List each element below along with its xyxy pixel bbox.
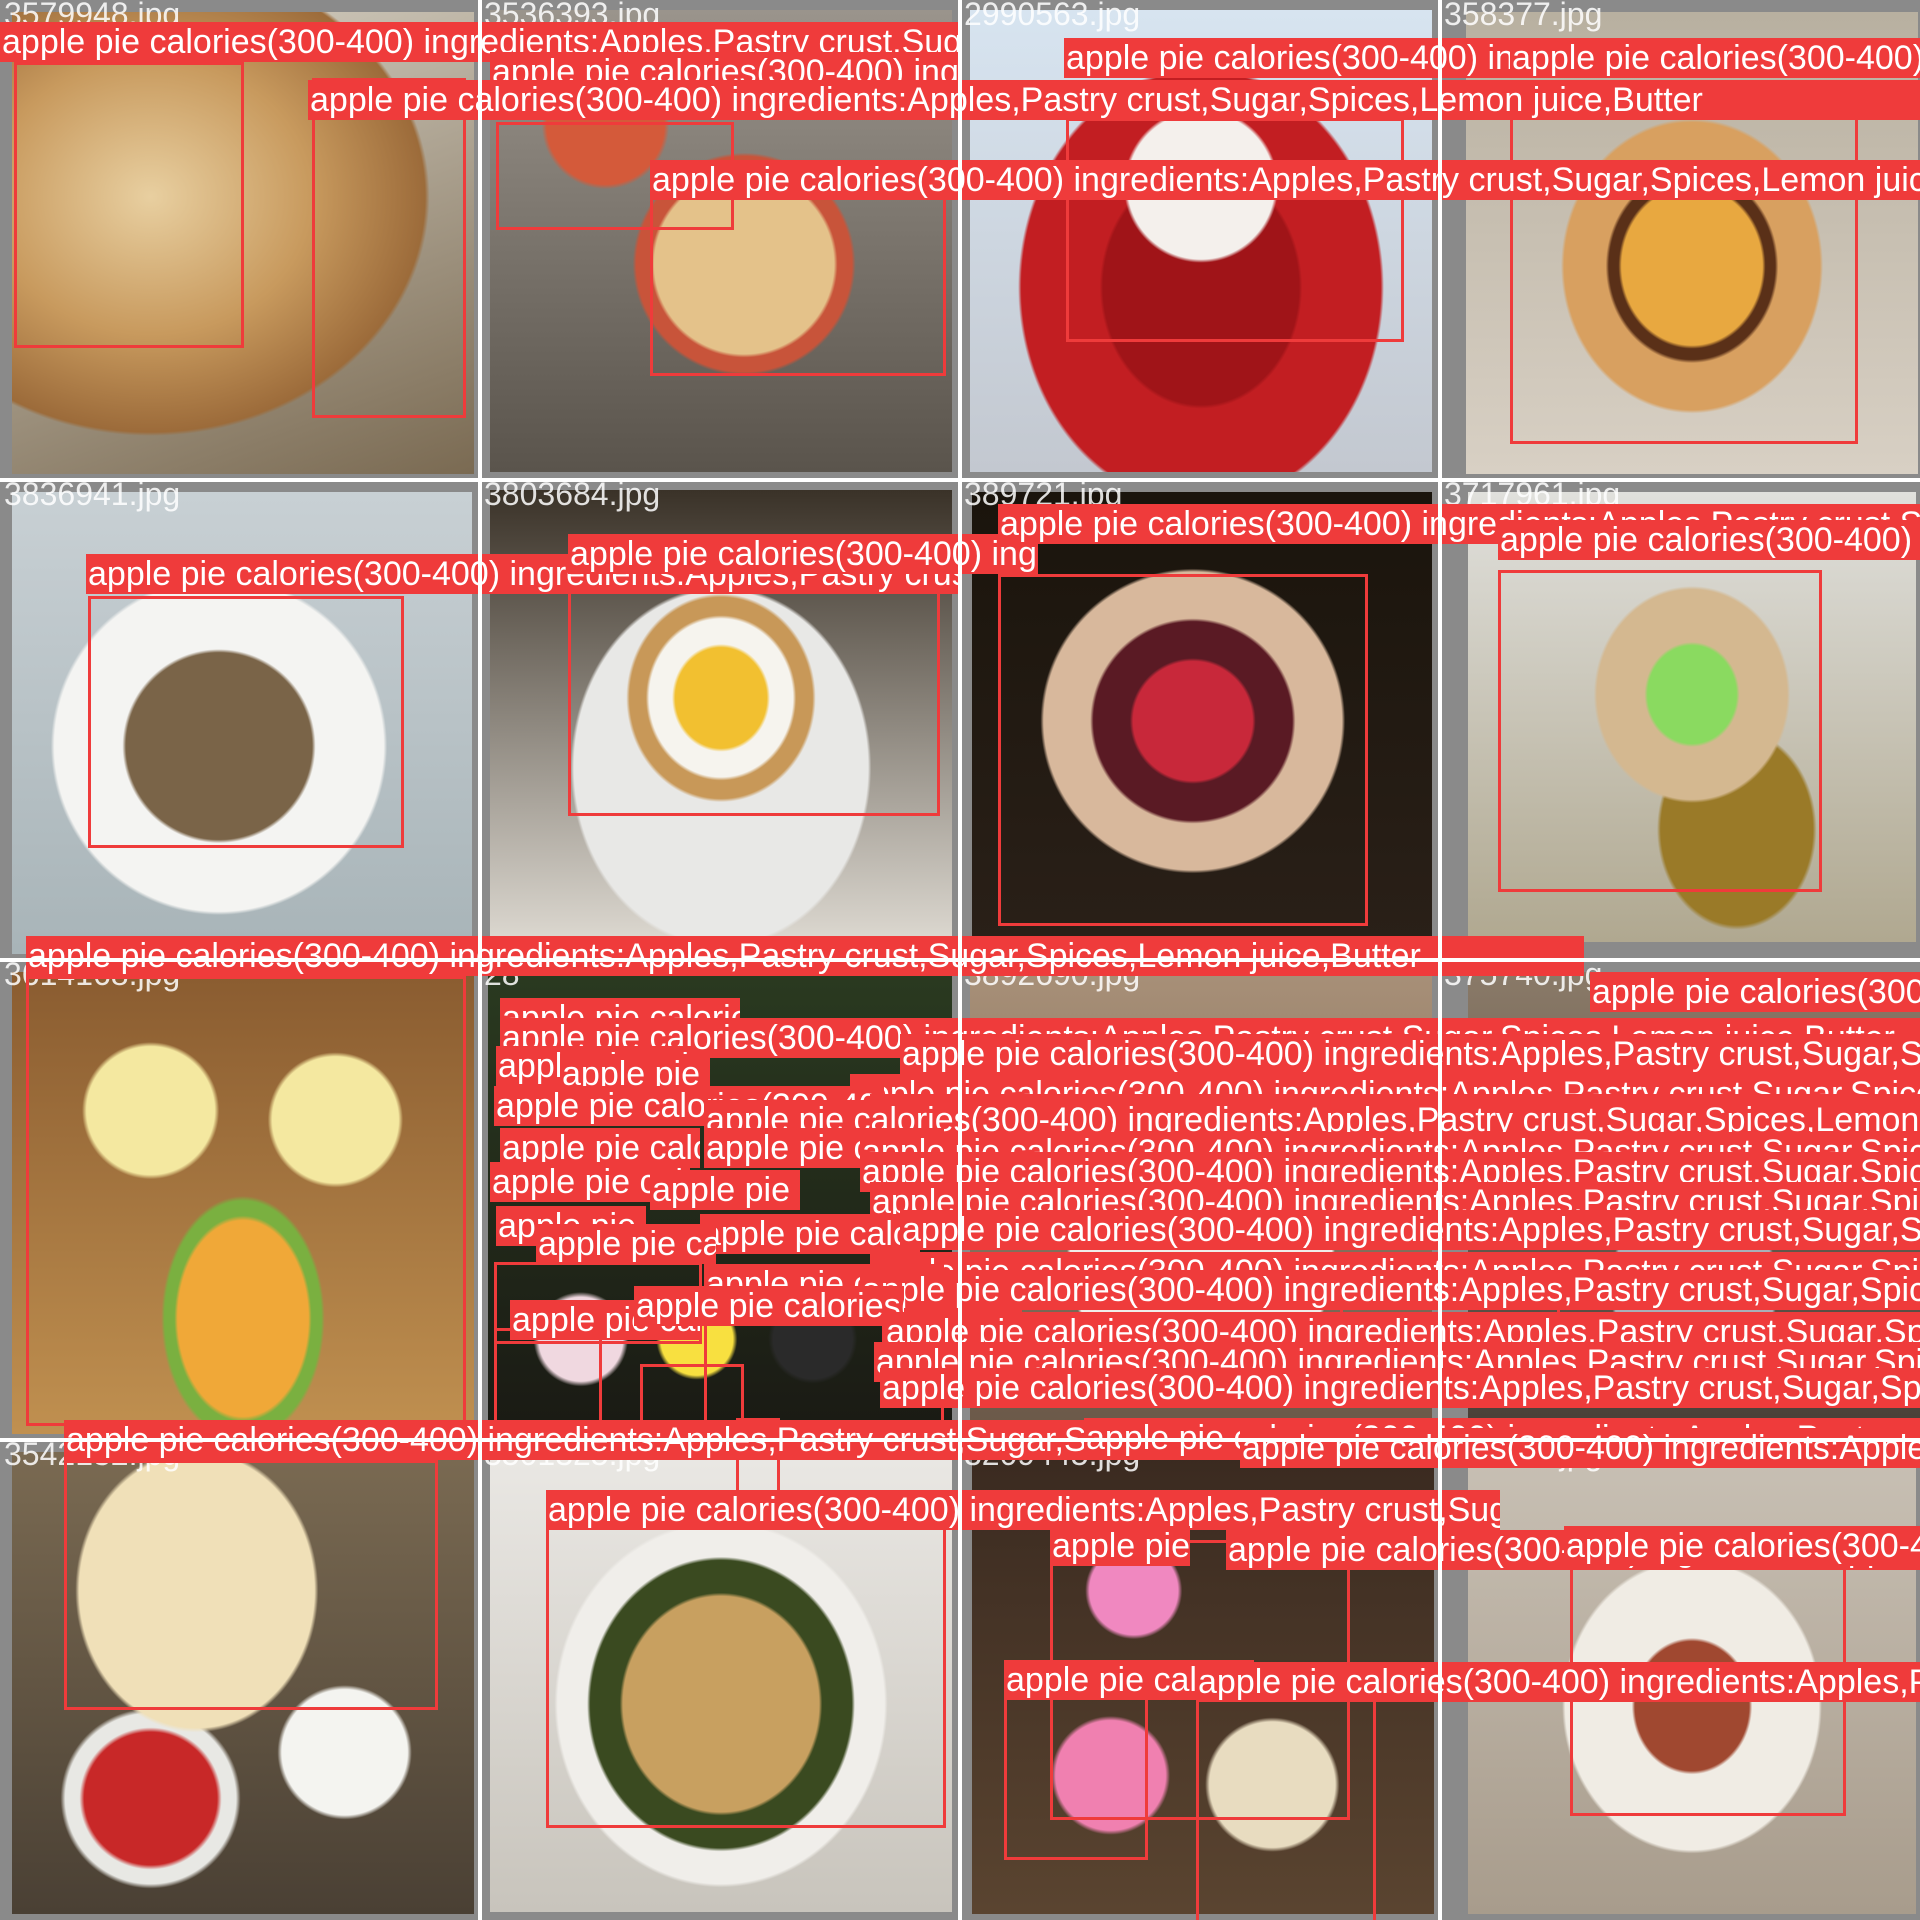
tile-filename: 3803684.jpg bbox=[484, 480, 661, 512]
detection-box bbox=[1066, 118, 1404, 342]
detection-label: apple pie calories(300-400) ingredients:… bbox=[650, 1170, 800, 1210]
grid-divider bbox=[0, 1438, 1920, 1442]
detection-label: apple pie calories(300-400) ingredients:… bbox=[568, 534, 1038, 574]
detection-label: apple pie calories(300-400) ingredients:… bbox=[900, 1034, 1920, 1074]
detection-box bbox=[1498, 570, 1822, 892]
detection-box bbox=[1196, 1680, 1376, 1920]
detection-label: apple pie calories(300-400) ingredients:… bbox=[546, 1490, 1500, 1530]
detection-label: apple pie calories(300-400) ingredients:… bbox=[1050, 1526, 1190, 1566]
detection-box bbox=[88, 596, 404, 848]
detection-box bbox=[546, 1500, 946, 1828]
detection-label: apple pie calories(300-400) ingredients:… bbox=[1590, 972, 1920, 1012]
detection-label: apple pie calories(300-400) ingredients:… bbox=[650, 160, 1920, 200]
detection-box bbox=[26, 976, 466, 1426]
detection-box bbox=[312, 78, 466, 418]
detection-label: apple pie calories(300-400) ingredients:… bbox=[700, 1214, 920, 1254]
detection-box bbox=[64, 1460, 438, 1710]
detection-label: apple pie calories(300-400) ingredients:… bbox=[900, 1210, 1920, 1250]
detection-label: apple pie calories(300-400) ingredients:… bbox=[634, 1286, 904, 1326]
detection-box bbox=[640, 1364, 744, 1424]
tile-filename: 3836941.jpg bbox=[4, 480, 181, 512]
detection-label: apple pie calories(300-400) ingredients:… bbox=[880, 1368, 1920, 1408]
detection-label: apple pie calories(300-400) ingredients:… bbox=[860, 1270, 1920, 1310]
detection-label: apple pie calories(300-400) ingredients:… bbox=[26, 936, 1584, 976]
detection-box bbox=[1510, 108, 1858, 444]
tile-filename: 358377.jpg bbox=[1444, 0, 1603, 32]
detection-label: apple pie calories(300-400) ingredients:… bbox=[308, 80, 1920, 120]
detection-label: apple pie calories(300-400) ingredients:… bbox=[1564, 1526, 1920, 1566]
detection-label: apple pie calories(300-400) ingredients:… bbox=[1240, 1428, 1920, 1468]
detection-box bbox=[14, 62, 244, 348]
detection-mosaic: 3579948.jpg 3536393.jpg 2990563.jpg 358377.… bbox=[0, 0, 1920, 1920]
grid-divider bbox=[0, 958, 1920, 962]
detection-label: apple pie calories(300-400) ingredients:… bbox=[1196, 1662, 1920, 1702]
detection-label: apple pie calories(300-400) ingredients:… bbox=[1510, 38, 1920, 78]
detection-box bbox=[1004, 1680, 1148, 1860]
detection-label: apple pie calories(300-400) ingredients:… bbox=[536, 1224, 716, 1264]
detection-label: apple pie calories(300-400) ingredients:… bbox=[1498, 520, 1920, 560]
grid-divider bbox=[1438, 0, 1442, 1920]
tile-filename: 2990563.jpg bbox=[964, 0, 1141, 32]
detection-box bbox=[998, 574, 1368, 926]
